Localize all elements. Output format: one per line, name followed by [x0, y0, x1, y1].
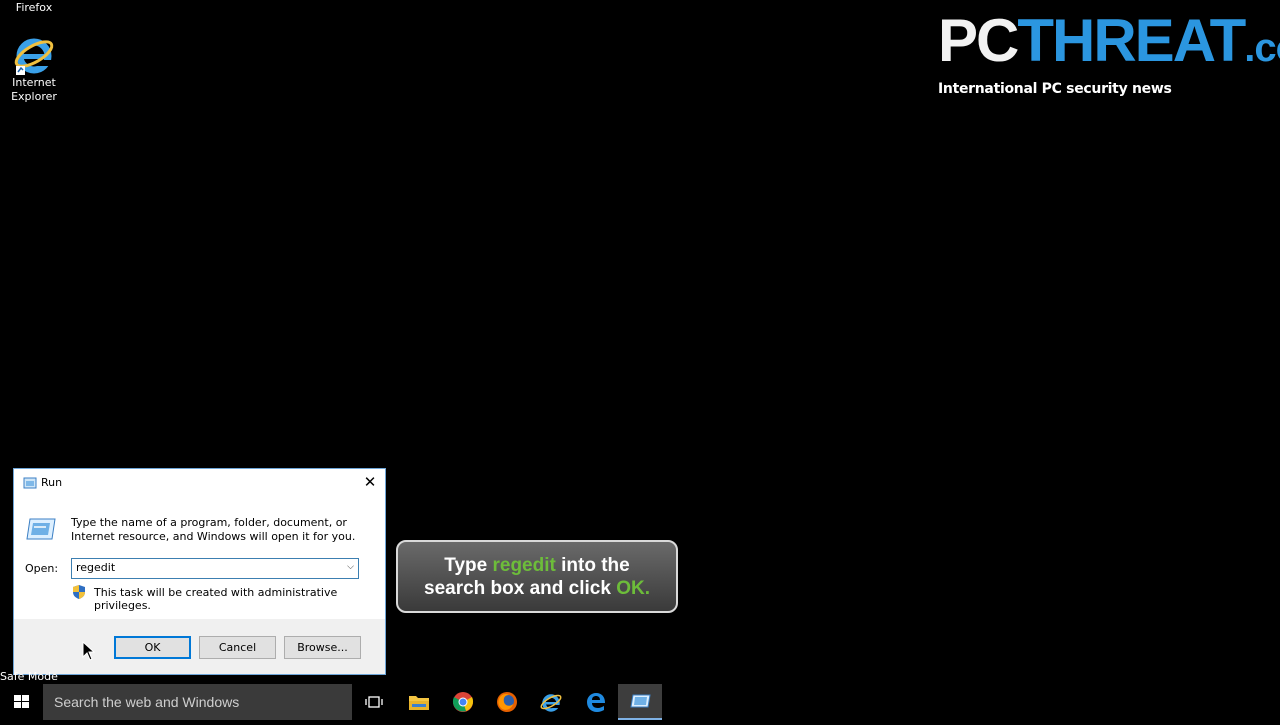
run-icon [630, 694, 651, 708]
dialog-footer: OK Cancel Browse... [14, 619, 385, 674]
callout-highlight: regedit [492, 555, 556, 576]
taskbar-firefox[interactable] [485, 684, 529, 720]
internet-explorer-icon [14, 38, 54, 75]
logo-pc: PC [938, 7, 1019, 74]
logo-dotcom: .com [1244, 26, 1280, 70]
desktop-icon-firefox-label[interactable]: Firefox [8, 1, 60, 15]
run-dialog: Run ✕ Type the name of a program, folder… [13, 468, 386, 675]
task-view-button[interactable] [352, 684, 396, 720]
callout-highlight: OK. [616, 578, 650, 599]
logo-tagline: International PC security news [938, 81, 1172, 97]
run-program-icon [26, 518, 56, 540]
cancel-button[interactable]: Cancel [199, 636, 276, 659]
taskbar: Search the web and Windows [0, 684, 1280, 720]
callout-line-2: search box and click OK. [398, 577, 676, 600]
logo-threat: THREAT [1017, 7, 1246, 74]
open-input[interactable] [72, 559, 326, 576]
windows-logo-icon [14, 695, 29, 708]
run-title: Run [41, 476, 63, 489]
instruction-callout: Type regedit into the search box and cli… [396, 540, 678, 613]
chrome-icon [452, 692, 474, 712]
uac-shield-icon [73, 585, 85, 599]
mouse-cursor-icon [82, 641, 96, 661]
run-description: Type the name of a program, folder, docu… [71, 516, 356, 543]
start-button[interactable] [0, 684, 43, 720]
taskbar-search-box[interactable]: Search the web and Windows [43, 684, 352, 720]
run-titlebar[interactable]: Run ✕ [14, 469, 385, 497]
taskbar-internet-explorer[interactable] [529, 684, 573, 720]
taskbar-file-explorer[interactable] [397, 684, 441, 720]
internet-explorer-icon [540, 694, 562, 712]
ok-button[interactable]: OK [114, 636, 191, 659]
desktop-icon-internet-explorer[interactable]: Internet Explorer [6, 32, 62, 112]
callout-line-1: Type regedit into the [398, 554, 676, 577]
open-label: Open: [25, 562, 59, 575]
pcthreat-logo: PCTHREAT.com International PC security n… [938, 7, 1280, 100]
admin-note: This task will be created with administr… [94, 586, 338, 612]
open-combobox[interactable]: ⌵ [71, 558, 359, 579]
callout-text: search box and click [424, 578, 617, 599]
run-icon [23, 477, 37, 489]
callout-text: Type [444, 555, 493, 576]
close-icon: ✕ [363, 473, 377, 491]
task-view-icon [365, 696, 383, 708]
desktop-icon-ie-label-2: Explorer [11, 90, 57, 103]
browse-button[interactable]: Browse... [284, 636, 361, 659]
taskbar-search-placeholder: Search the web and Windows [54, 694, 240, 710]
edge-icon [587, 693, 605, 712]
close-button[interactable]: ✕ [355, 469, 385, 497]
callout-text: into the [555, 555, 630, 576]
safe-mode-label: Safe Mode [0, 670, 58, 683]
taskbar-run[interactable] [618, 684, 662, 720]
chevron-down-icon[interactable]: ⌵ [347, 562, 354, 572]
file-explorer-icon [409, 696, 429, 710]
taskbar-chrome[interactable] [441, 684, 485, 720]
firefox-icon [497, 692, 517, 712]
desktop-icon-ie-label-1: Internet [12, 76, 56, 89]
taskbar-edge[interactable] [574, 684, 618, 720]
